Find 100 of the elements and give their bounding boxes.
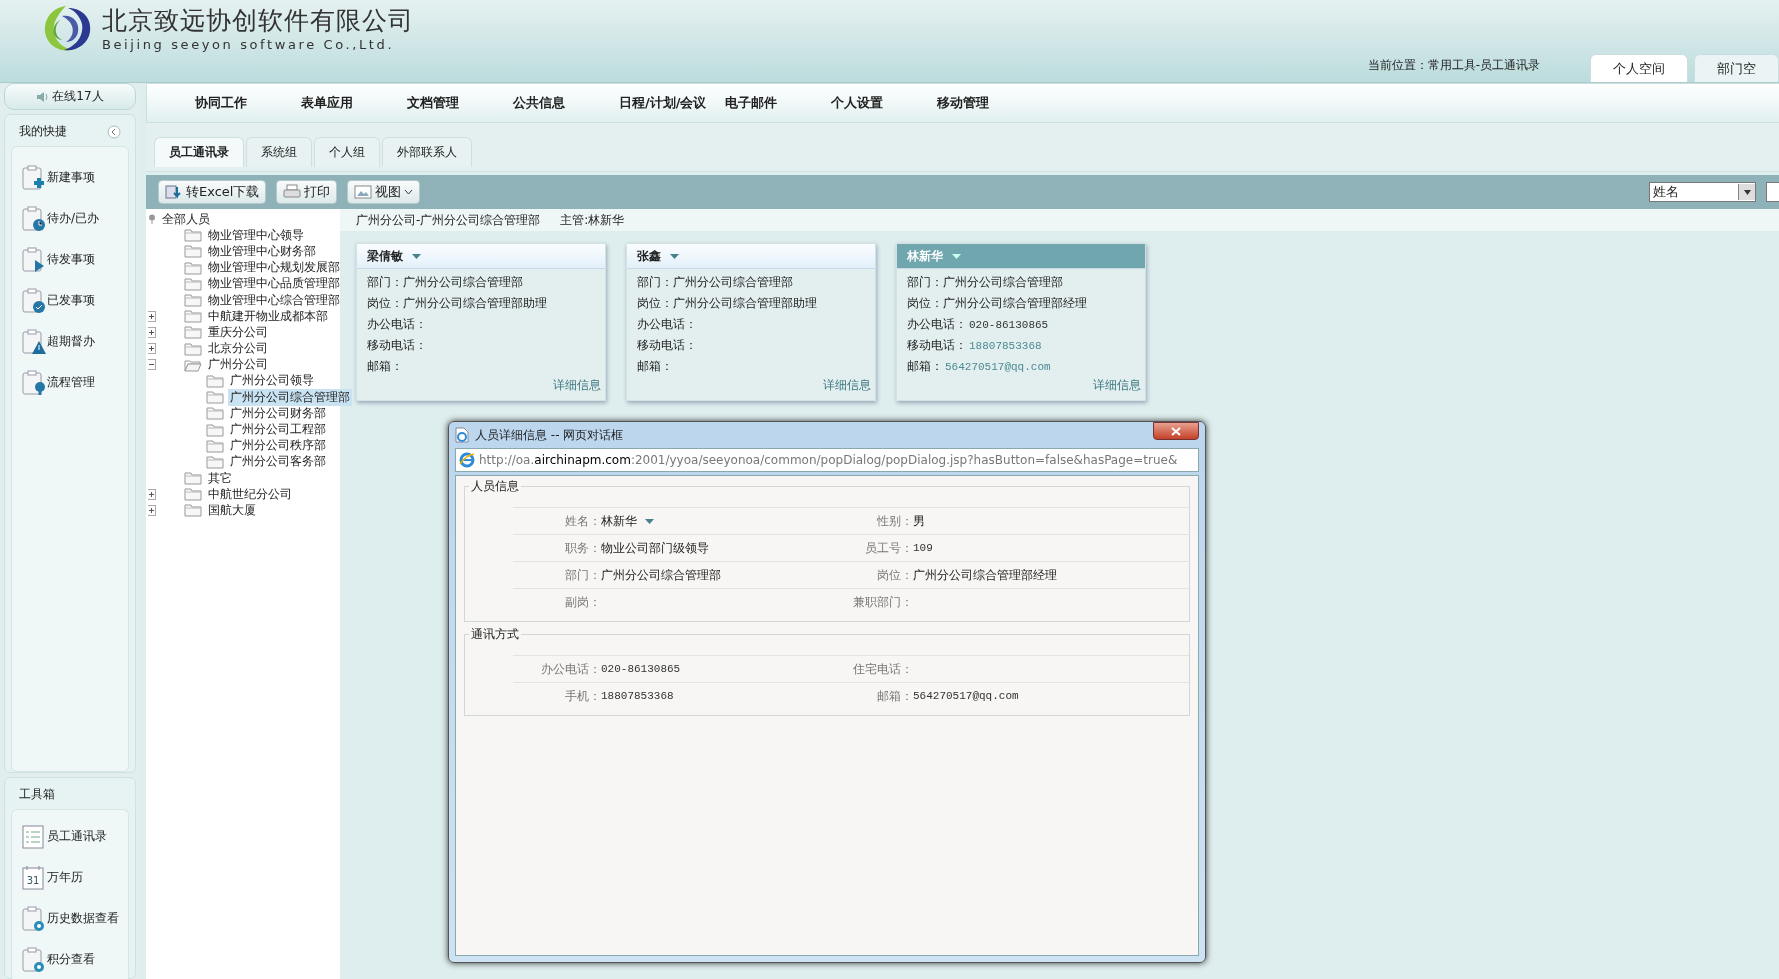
clipboard-icon — [22, 287, 46, 314]
tree-item[interactable]: 广州分公司 — [206, 356, 270, 374]
shortcut-link[interactable]: 已发事项 — [47, 292, 95, 309]
collapse-icon[interactable] — [107, 124, 121, 139]
expander-icon[interactable] — [148, 343, 156, 355]
field-label: 邮箱： — [367, 358, 403, 375]
panel-title: 我的快捷 — [19, 123, 67, 140]
menu-item[interactable]: 公共信息 — [513, 94, 619, 112]
print-button[interactable]: 打印 — [276, 180, 338, 204]
field-value: 18807853368 — [969, 339, 1042, 352]
tool-link[interactable]: 员工通讯录 — [47, 828, 107, 845]
tree-item[interactable]: 广州分公司秩序部 — [228, 437, 328, 455]
space-tab[interactable]: 部门空 — [1694, 54, 1779, 82]
tab[interactable]: 系统组 — [246, 137, 312, 167]
card-header[interactable]: 张鑫 — [627, 244, 875, 269]
clipboard-icon — [22, 905, 46, 932]
expander-icon[interactable] — [148, 488, 156, 500]
field-label: 岗位： — [367, 295, 403, 312]
tree-item[interactable]: 物业管理中心领导 — [206, 226, 306, 244]
field-label: 兼职部门： — [852, 593, 913, 611]
tab[interactable]: 个人组 — [314, 137, 380, 167]
browser-icon — [459, 452, 475, 468]
tool-link[interactable]: 万年历 — [47, 869, 83, 886]
field-value: 林新华 — [601, 512, 637, 530]
field-label: 性别： — [876, 512, 913, 530]
expander-icon[interactable] — [148, 504, 156, 516]
menu-item[interactable]: 协同工作 — [195, 94, 301, 112]
caret-icon — [404, 189, 414, 195]
field-value: 广州分公司综合管理部 — [943, 274, 1063, 291]
tree-item[interactable]: 中航世纪分公司 — [206, 485, 294, 503]
field-label: 部门： — [907, 274, 943, 291]
shortcut-link[interactable]: 待办/已办 — [47, 210, 100, 227]
expander-icon[interactable] — [148, 310, 156, 322]
clipboard-icon — [22, 164, 46, 191]
menu-item[interactable]: 移动管理 — [937, 94, 1043, 112]
tree-item[interactable]: 物业管理中心规划发展部 — [206, 259, 342, 277]
shortcut-link[interactable]: 待发事项 — [47, 251, 95, 268]
field-value: 020-86130865 — [969, 318, 1049, 331]
space-tab[interactable]: 个人空间 — [1590, 54, 1688, 82]
field-value: 物业公司部门级领导 — [601, 539, 709, 557]
tool-link[interactable]: 历史数据查看 — [47, 910, 119, 927]
field-label: 办公电话： — [637, 316, 697, 333]
dropdown-caret-icon[interactable] — [670, 253, 679, 259]
dropdown-caret-icon[interactable] — [645, 518, 654, 524]
field-label: 岗位： — [637, 295, 673, 312]
excel-download-button[interactable]: 转Excel下载 — [158, 180, 267, 204]
card-header[interactable]: 梁倩敏 — [357, 244, 605, 269]
expander-icon[interactable] — [148, 359, 156, 371]
tree-item[interactable]: 北京分公司 — [206, 340, 270, 358]
close-button[interactable] — [1153, 422, 1199, 440]
field-value: 广州分公司综合管理部 — [601, 566, 721, 584]
menu-item[interactable]: 文档管理 — [407, 94, 513, 112]
menu-item[interactable]: 日程/计划/会议 — [619, 94, 725, 112]
tab[interactable]: 外部联系人 — [382, 137, 472, 167]
tree-item[interactable]: 其它 — [206, 469, 234, 487]
tree-item[interactable]: 广州分公司综合管理部 — [228, 388, 352, 406]
tree-item[interactable]: 重庆分公司 — [206, 323, 270, 341]
tree-item[interactable]: 中航建开物业成都本部 — [206, 307, 330, 325]
shortcut-link[interactable]: 新建事项 — [47, 169, 95, 186]
field-label: 手机： — [564, 687, 601, 705]
department-manager: 主管:林新华 — [560, 211, 625, 229]
view-button[interactable]: 视图 — [347, 180, 421, 204]
shortcut-link[interactable]: 超期督办 — [47, 333, 95, 350]
tab[interactable]: 员工通讯录 — [154, 137, 244, 167]
shortcut-link[interactable]: 流程管理 — [47, 374, 95, 391]
tree-item[interactable]: 全部人员 — [160, 210, 212, 228]
field-label: 岗位： — [876, 566, 913, 584]
clipboard-icon — [22, 946, 46, 973]
menu-item[interactable]: 电子邮件 — [725, 94, 831, 112]
online-users-button[interactable]: 在线17人 — [4, 83, 136, 110]
menu-item[interactable]: 表单应用 — [301, 94, 407, 112]
tree-item[interactable]: 广州分公司财务部 — [228, 404, 328, 422]
details-link[interactable]: 详细信息 — [1093, 378, 1141, 392]
details-link[interactable]: 详细信息 — [823, 378, 871, 392]
tree-item[interactable]: 物业管理中心综合管理部 — [206, 291, 342, 309]
tree-item[interactable]: 广州分公司领导 — [228, 372, 316, 390]
pin-icon[interactable] — [148, 214, 156, 225]
tree-item[interactable]: 物业管理中心品质管理部 — [206, 275, 342, 293]
menu-item[interactable]: 个人设置 — [831, 94, 937, 112]
company-name-english: Beijing seeyon software Co.,Ltd. — [102, 37, 396, 52]
search-field-select[interactable]: 姓名 — [1649, 182, 1756, 202]
details-link[interactable]: 详细信息 — [553, 378, 601, 392]
section-title: 通讯方式 — [470, 626, 520, 643]
expander-icon[interactable] — [148, 326, 156, 338]
field-label: 邮箱： — [907, 358, 943, 375]
field-label: 员工号： — [864, 539, 913, 557]
tree-item[interactable]: 广州分公司客务部 — [228, 453, 328, 471]
download-icon — [165, 184, 183, 200]
tool-link[interactable]: 积分查看 — [47, 951, 95, 968]
browser-page-icon — [455, 427, 469, 443]
field-value: 男 — [913, 512, 925, 530]
tree-item[interactable]: 物业管理中心财务部 — [206, 242, 318, 260]
dropdown-caret-icon[interactable] — [412, 253, 421, 259]
company-name: 北京致远协创软件有限公司 — [102, 5, 414, 37]
field-label: 姓名： — [564, 512, 601, 530]
search-input[interactable] — [1766, 182, 1779, 202]
tree-item[interactable]: 广州分公司工程部 — [228, 421, 328, 439]
tree-item[interactable]: 国航大厦 — [206, 501, 258, 519]
field-label: 部门： — [367, 274, 403, 291]
field-value: 564270517@qq.com — [945, 360, 1051, 373]
